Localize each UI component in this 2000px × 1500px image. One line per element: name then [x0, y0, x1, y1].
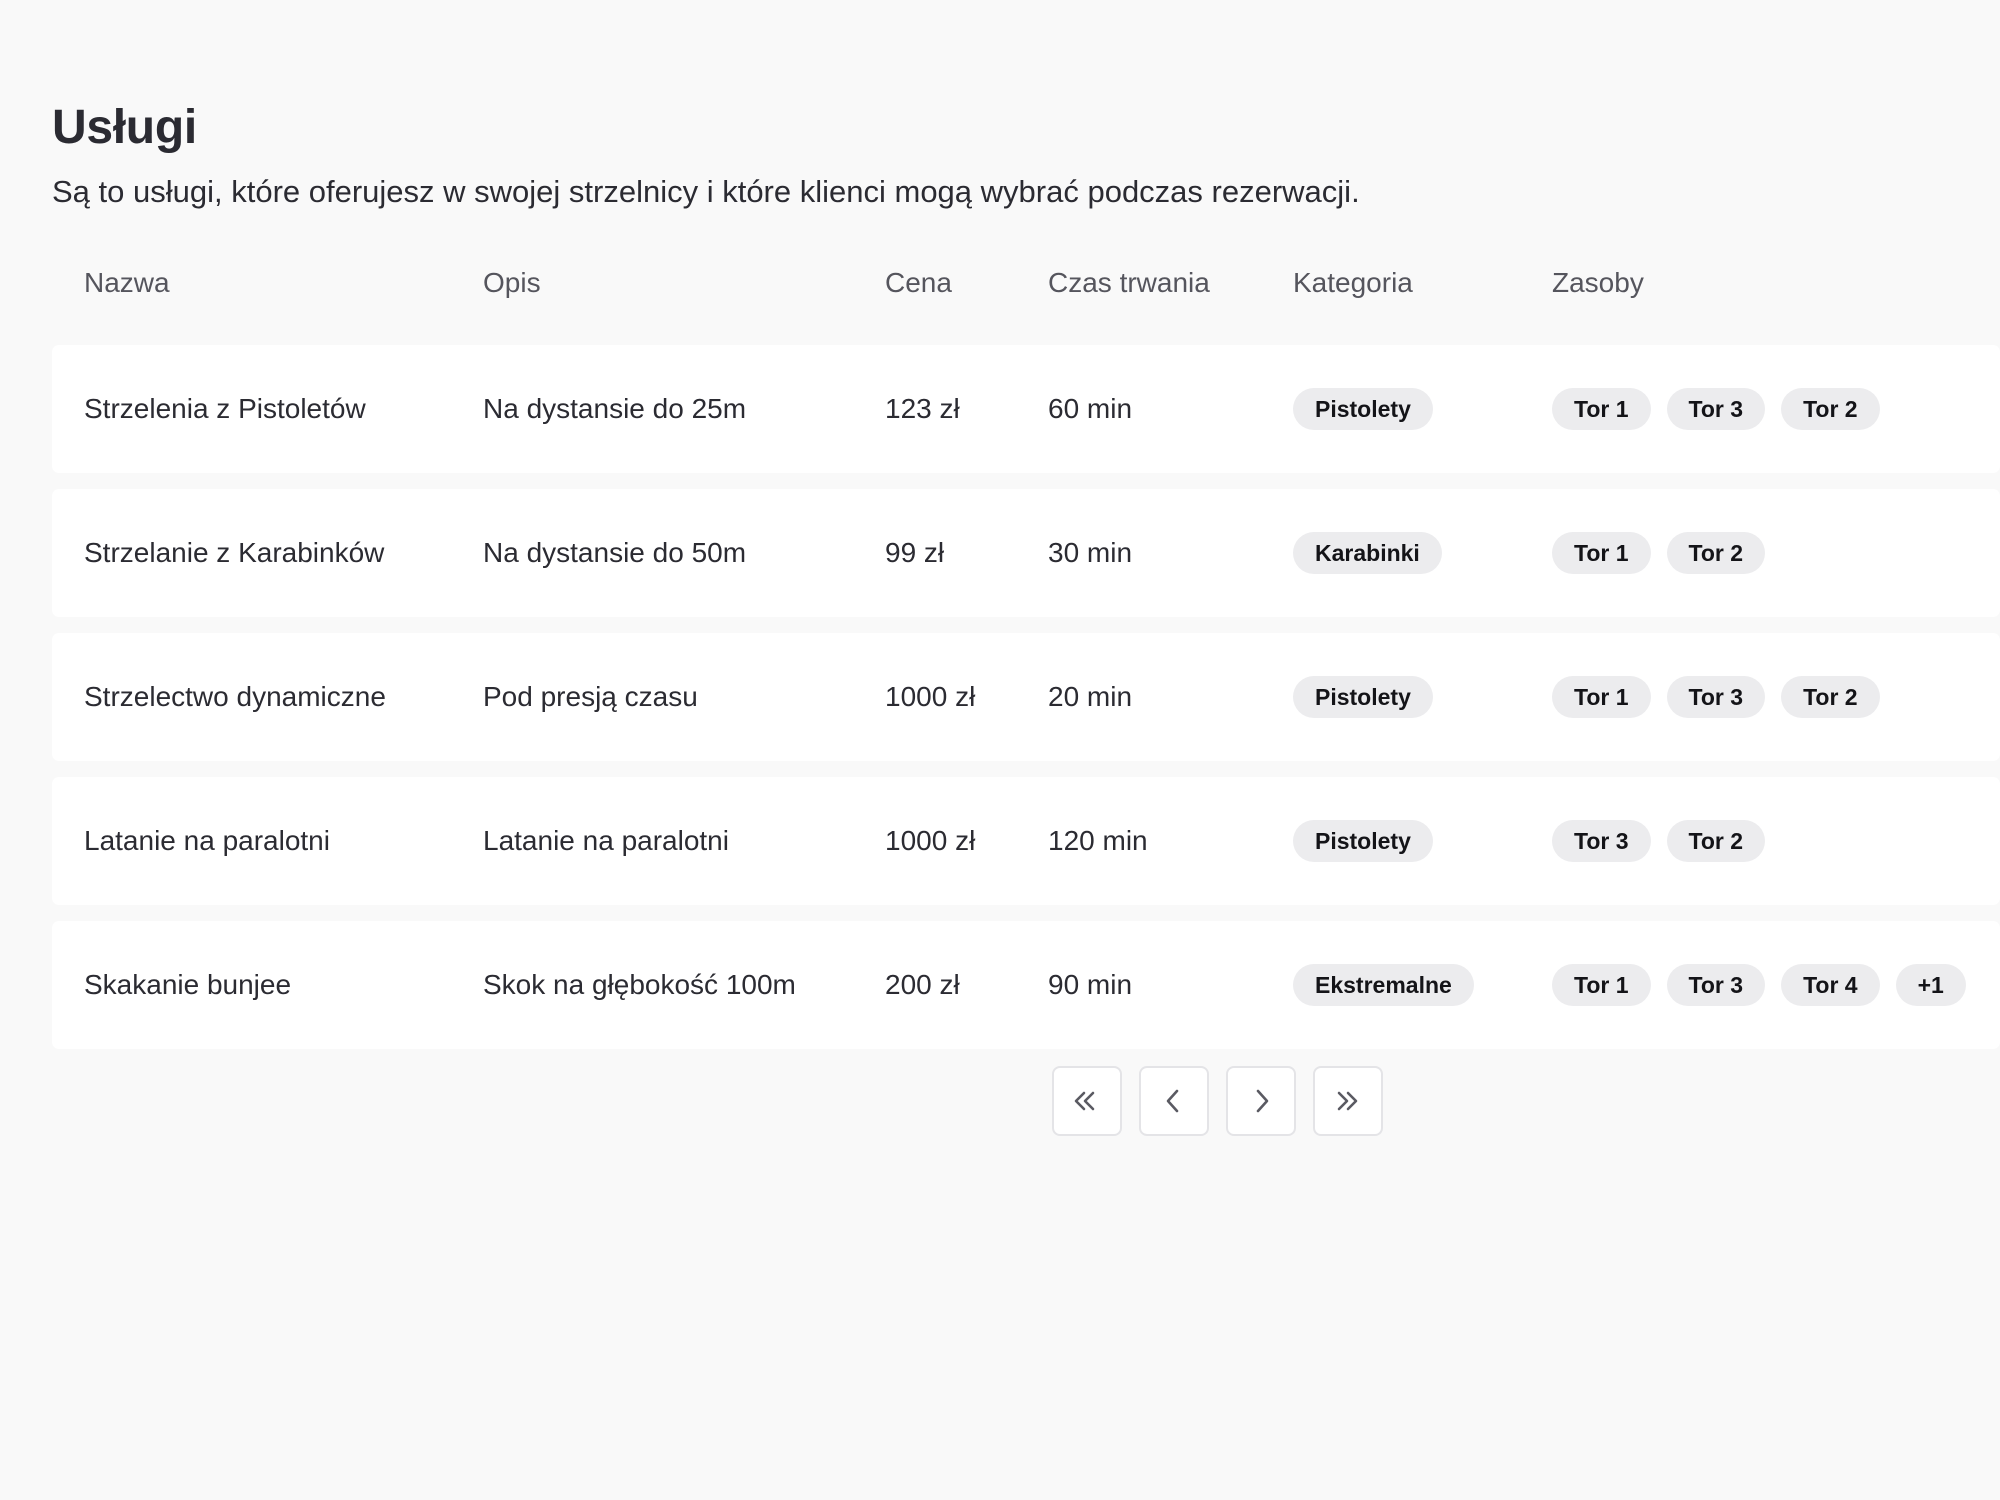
service-description: Na dystansie do 50m: [483, 537, 747, 568]
resource-badge: Tor 2: [1666, 820, 1766, 862]
resource-badge: Tor 1: [1552, 532, 1651, 574]
column-header-price[interactable]: Cena: [885, 259, 952, 307]
next-page-button[interactable]: [1226, 1066, 1296, 1136]
chevrons-left-icon: [1070, 1084, 1104, 1118]
service-price: 123 zł: [885, 393, 960, 424]
table-row[interactable]: Strzelenia z Pistoletów Na dystansie do 2…: [52, 345, 2000, 473]
category-cell: Pistolety: [1293, 777, 1449, 905]
service-description: Latanie na paralotni: [483, 825, 729, 856]
page-title: Usługi: [52, 101, 197, 154]
column-header-duration[interactable]: Czas trwania: [1048, 259, 1210, 307]
resources-cell: Tor 3 Tor 2: [1552, 777, 1781, 905]
service-description: Na dystansie do 25m: [483, 393, 747, 424]
category-badge: Pistolety: [1293, 676, 1433, 718]
pagination: [1052, 1066, 1383, 1136]
resource-badge: +1: [1895, 964, 1966, 1006]
chevron-right-icon: [1244, 1084, 1278, 1118]
service-name: Strzelenia z Pistoletów: [84, 393, 366, 424]
column-header-category[interactable]: Kategoria: [1293, 259, 1413, 307]
previous-page-button[interactable]: [1139, 1066, 1209, 1136]
resource-badge: Tor 2: [1781, 676, 1880, 718]
resource-badge: Tor 1: [1552, 964, 1651, 1006]
resources-cell: Tor 1 Tor 3 Tor 2: [1552, 633, 1896, 761]
table-row[interactable]: Strzelectwo dynamiczne Pod presją czasu 10…: [52, 633, 2000, 761]
page-subtitle: Są to usługi, które oferujesz w swojej s…: [52, 174, 1360, 209]
column-header-name[interactable]: Nazwa: [84, 259, 170, 307]
service-description: Skok na głębokość 100m: [483, 969, 796, 1000]
service-name: Strzelectwo dynamiczne: [84, 681, 386, 712]
category-cell: Karabinki: [1293, 489, 1458, 617]
category-cell: Pistolety: [1293, 345, 1449, 473]
resource-badge: Tor 3: [1552, 820, 1651, 862]
service-price: 200 zł: [885, 969, 960, 1000]
service-price: 1000 zł: [885, 681, 976, 712]
resource-badge: Tor 3: [1666, 964, 1766, 1006]
category-badge: Karabinki: [1293, 532, 1442, 574]
service-duration: 90 min: [1048, 969, 1133, 1000]
resources-cell: Tor 1 Tor 3 Tor 2: [1552, 345, 1896, 473]
column-header-resources[interactable]: Zasoby: [1552, 259, 1644, 307]
table-row[interactable]: Skakanie bunjee Skok na głębokość 100m 200…: [52, 921, 2000, 1049]
category-cell: Pistolety: [1293, 633, 1449, 761]
last-page-button[interactable]: [1313, 1066, 1383, 1136]
service-price: 99 zł: [885, 537, 945, 568]
resources-cell: Tor 1 Tor 2: [1552, 489, 1781, 617]
table-row[interactable]: Strzelanie z Karabinków Na dystansie do 5…: [52, 489, 2000, 617]
table-header: Nazwa Opis Cena Czas trwania Kategoria Z…: [52, 259, 2000, 307]
table-row[interactable]: Latanie na paralotni Latanie na paralotni…: [52, 777, 2000, 905]
resource-badge: Tor 2: [1666, 532, 1766, 574]
service-description: Pod presją czasu: [483, 681, 698, 712]
resources-cell: Tor 1 Tor 3 Tor 4 +1: [1552, 921, 1982, 1049]
category-cell: Ekstremalne: [1293, 921, 1490, 1049]
chevrons-right-icon: [1331, 1084, 1365, 1118]
resource-badge: Tor 4: [1781, 964, 1880, 1006]
chevron-left-icon: [1157, 1084, 1191, 1118]
column-header-description[interactable]: Opis: [483, 259, 541, 307]
resource-badge: Tor 1: [1552, 676, 1651, 718]
resource-badge: Tor 3: [1666, 676, 1766, 718]
first-page-button[interactable]: [1052, 1066, 1122, 1136]
services-table-body: Strzelenia z Pistoletów Na dystansie do 2…: [52, 345, 2000, 1065]
resource-badge: Tor 1: [1552, 388, 1651, 430]
category-badge: Pistolety: [1293, 388, 1433, 430]
service-duration: 120 min: [1048, 825, 1148, 856]
service-name: Latanie na paralotni: [84, 825, 330, 856]
service-duration: 60 min: [1048, 393, 1133, 424]
service-name: Strzelanie z Karabinków: [84, 537, 385, 568]
category-badge: Ekstremalne: [1293, 964, 1474, 1006]
resource-badge: Tor 3: [1666, 388, 1766, 430]
service-duration: 20 min: [1048, 681, 1133, 712]
service-duration: 30 min: [1048, 537, 1133, 568]
category-badge: Pistolety: [1293, 820, 1433, 862]
service-price: 1000 zł: [885, 825, 976, 856]
resource-badge: Tor 2: [1781, 388, 1880, 430]
service-name: Skakanie bunjee: [84, 969, 292, 1000]
